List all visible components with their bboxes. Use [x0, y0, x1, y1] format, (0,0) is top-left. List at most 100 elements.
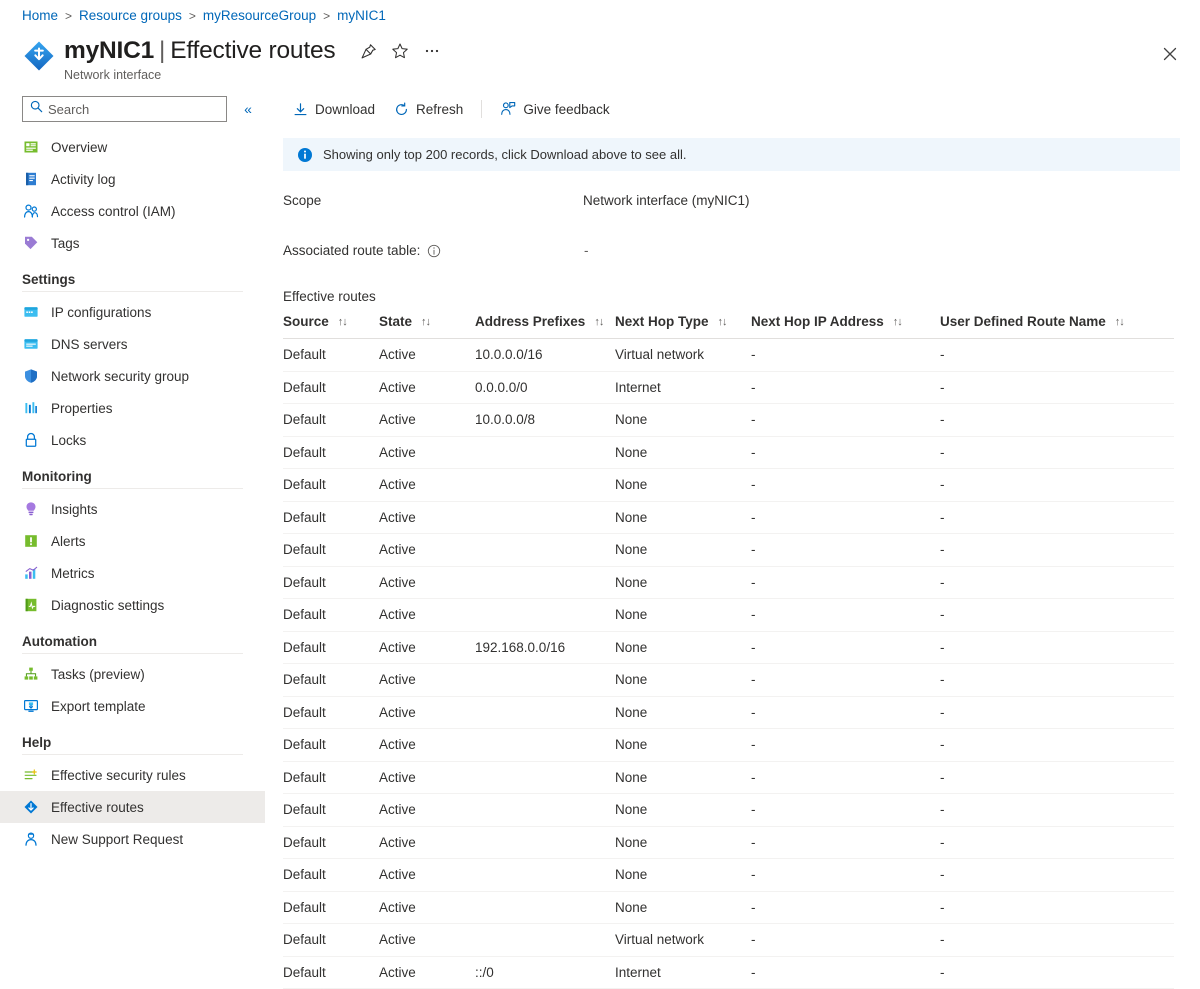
table-row[interactable]: DefaultActiveNone-- — [283, 729, 1174, 762]
sidebar-item-locks[interactable]: Locks — [0, 424, 265, 456]
cell-address-prefixes — [475, 664, 615, 697]
cell-address-prefixes: 10.0.0.0/16 — [475, 339, 615, 372]
cell-next-hop-type: None — [615, 891, 751, 924]
sidebar-item-label: Effective routes — [51, 800, 144, 815]
refresh-button[interactable]: Refresh — [384, 95, 472, 123]
column-header-source[interactable]: Source↑↓ — [283, 314, 379, 339]
table-row[interactable]: DefaultActiveNone-- — [283, 891, 1174, 924]
sidebar-item-dns-servers[interactable]: DNS servers — [0, 328, 265, 360]
column-header-next-hop-type[interactable]: Next Hop Type↑↓ — [615, 314, 751, 339]
table-row[interactable]: DefaultActive0.0.0.0/0Internet-- — [283, 371, 1174, 404]
collapse-sidebar-icon[interactable]: « — [239, 100, 257, 118]
tasks-icon — [22, 665, 40, 683]
column-header-next-hop-ip-address[interactable]: Next Hop IP Address↑↓ — [751, 314, 940, 339]
download-icon — [292, 101, 308, 117]
breadcrumb-item-resource-groups[interactable]: Resource groups — [79, 8, 182, 24]
sidebar-item-tags[interactable]: Tags — [0, 227, 265, 259]
table-row[interactable]: DefaultActive::/0Internet-- — [283, 956, 1174, 989]
column-header-address-prefixes[interactable]: Address Prefixes↑↓ — [475, 314, 615, 339]
cell-source: Default — [283, 501, 379, 534]
breadcrumb-item-home[interactable]: Home — [22, 8, 58, 24]
table-row[interactable]: DefaultActiveNone-- — [283, 599, 1174, 632]
sidebar-item-activity-log[interactable]: Activity log — [0, 163, 265, 195]
sort-toggle-icon[interactable]: ↑↓ — [718, 316, 727, 328]
favorite-star-icon[interactable] — [387, 38, 413, 64]
download-button[interactable]: Download — [283, 95, 384, 123]
table-row[interactable]: DefaultActiveNone-- — [283, 469, 1174, 502]
sort-toggle-icon[interactable]: ↑↓ — [1115, 316, 1124, 328]
scope-label: Scope — [283, 193, 583, 208]
cell-source: Default — [283, 339, 379, 372]
cell-address-prefixes — [475, 469, 615, 502]
sidebar-item-insights[interactable]: Insights — [0, 493, 265, 525]
sort-toggle-icon[interactable]: ↑↓ — [338, 316, 347, 328]
sidebar-item-new-support-request[interactable]: New Support Request — [0, 823, 265, 855]
sidebar-item-effective-security-rules[interactable]: Effective security rules — [0, 759, 265, 791]
table-row[interactable]: DefaultActiveNone-- — [283, 859, 1174, 892]
cell-state: Active — [379, 729, 475, 762]
cell-next-hop-type: None — [615, 696, 751, 729]
table-row[interactable]: DefaultActiveVirtual network-- — [283, 924, 1174, 957]
cell-user-defined-route-name: - — [940, 501, 1174, 534]
effective-routes-caption: Effective routes — [283, 289, 1200, 304]
cell-next-hop-type: None — [615, 534, 751, 567]
search-icon — [30, 100, 43, 118]
info-circle-icon[interactable] — [427, 244, 441, 258]
sidebar-item-ip-configurations[interactable]: IP configurations — [0, 296, 265, 328]
table-row[interactable]: DefaultActiveNone-- — [283, 794, 1174, 827]
breadcrumb-item-mynic1[interactable]: myNIC1 — [337, 8, 386, 24]
more-ellipsis-icon[interactable] — [419, 38, 445, 64]
cell-state: Active — [379, 501, 475, 534]
title-actions — [355, 38, 445, 64]
table-row[interactable]: DefaultActiveNone-- — [283, 436, 1174, 469]
cell-address-prefixes — [475, 729, 615, 762]
search-input[interactable] — [48, 102, 206, 117]
sidebar-item-tasks-preview[interactable]: Tasks (preview) — [0, 658, 265, 690]
table-row[interactable]: DefaultActiveNone-- — [283, 761, 1174, 794]
table-row[interactable]: DefaultActiveNone-- — [283, 534, 1174, 567]
sidebar-item-network-security-group[interactable]: Network security group — [0, 360, 265, 392]
cell-user-defined-route-name: - — [940, 956, 1174, 989]
cell-next-hop-ip-address: - — [751, 501, 940, 534]
sort-toggle-icon[interactable]: ↑↓ — [421, 316, 430, 328]
sidebar-item-label: Network security group — [51, 369, 189, 384]
column-header-user-defined-route-name[interactable]: User Defined Route Name↑↓ — [940, 314, 1174, 339]
cell-source: Default — [283, 566, 379, 599]
close-icon[interactable] — [1156, 40, 1184, 68]
pin-icon[interactable] — [355, 38, 381, 64]
sidebar-item-effective-routes[interactable]: Effective routes — [0, 791, 265, 823]
sidebar-item-metrics[interactable]: Metrics — [0, 557, 265, 589]
sidebar-item-properties[interactable]: Properties — [0, 392, 265, 424]
table-row[interactable]: DefaultActiveNone-- — [283, 826, 1174, 859]
search-box[interactable] — [22, 96, 227, 122]
alerts-icon — [22, 532, 40, 550]
sort-toggle-icon[interactable]: ↑↓ — [594, 316, 603, 328]
sort-toggle-icon[interactable]: ↑↓ — [893, 316, 902, 328]
table-row[interactable]: DefaultActiveNone-- — [283, 566, 1174, 599]
sidebar-item-diagnostic-settings[interactable]: Diagnostic settings — [0, 589, 265, 621]
table-row[interactable]: DefaultActiveNone-- — [283, 501, 1174, 534]
cell-source: Default — [283, 631, 379, 664]
column-header-state[interactable]: State↑↓ — [379, 314, 475, 339]
table-row[interactable]: DefaultActive192.168.0.0/16None-- — [283, 631, 1174, 664]
table-row[interactable]: DefaultActive10.0.0.0/8None-- — [283, 404, 1174, 437]
sidebar-search-row: « — [0, 92, 265, 122]
table-row[interactable]: DefaultActiveNone-- — [283, 664, 1174, 697]
sidebar-item-label: Tasks (preview) — [51, 667, 145, 682]
cell-address-prefixes: 192.168.0.0/16 — [475, 631, 615, 664]
scope-row: Scope Network interface (myNIC1) — [283, 193, 1200, 208]
sidebar-item-overview[interactable]: Overview — [0, 131, 265, 163]
cell-address-prefixes — [475, 794, 615, 827]
breadcrumb-item-myresourcegroup[interactable]: myResourceGroup — [203, 8, 316, 24]
table-row[interactable]: DefaultActive10.0.0.0/16Virtual network-… — [283, 339, 1174, 372]
sidebar-item-export-template[interactable]: Export template — [0, 690, 265, 722]
give-feedback-button[interactable]: Give feedback — [491, 95, 618, 123]
table-row[interactable]: DefaultActiveNone-- — [283, 696, 1174, 729]
cell-next-hop-ip-address: - — [751, 469, 940, 502]
cell-source: Default — [283, 761, 379, 794]
sidebar-item-access-control-iam[interactable]: Access control (IAM) — [0, 195, 265, 227]
sidebar-item-alerts[interactable]: Alerts — [0, 525, 265, 557]
cell-user-defined-route-name: - — [940, 761, 1174, 794]
cell-state: Active — [379, 339, 475, 372]
cell-source: Default — [283, 404, 379, 437]
